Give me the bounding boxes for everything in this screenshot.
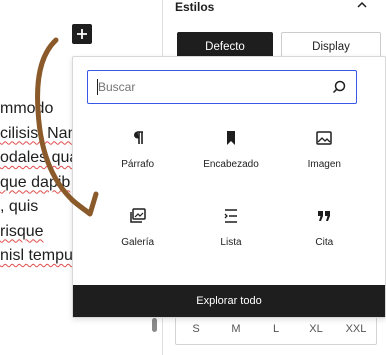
block-label: Lista (220, 237, 242, 248)
search-box[interactable] (87, 70, 357, 104)
image-icon (313, 127, 335, 149)
font-size-xxl[interactable]: XXL (336, 323, 376, 335)
block-label: Encabezado (203, 159, 259, 170)
font-size-l[interactable]: L (256, 323, 296, 335)
styles-section-title[interactable]: Estilos (175, 0, 214, 14)
scrollbar-thumb[interactable] (152, 318, 157, 332)
block-quote[interactable]: Cita (278, 199, 371, 259)
gallery-icon (127, 205, 149, 227)
block-label: Imagen (307, 159, 341, 170)
search-input[interactable] (96, 71, 328, 102)
plus-icon (77, 29, 87, 39)
block-label: Párrafo (121, 159, 155, 170)
quote-icon (313, 205, 335, 227)
block-paragraph[interactable]: Párrafo (91, 121, 184, 181)
block-inserter-toggle-button[interactable] (72, 24, 92, 44)
block-heading[interactable]: Encabezado (184, 121, 277, 181)
block-gallery[interactable]: Galería (91, 199, 184, 259)
font-size-m[interactable]: M (216, 323, 256, 335)
block-image[interactable]: Imagen (278, 121, 371, 181)
bookmark-icon (220, 127, 242, 149)
explore-all-button[interactable]: Explorar todo (73, 285, 385, 317)
font-size-s[interactable]: S (176, 323, 216, 335)
paragraph-icon (127, 127, 149, 149)
chevron-up-icon[interactable] (355, 0, 369, 15)
block-inserter-popover: Párrafo Encabezado Imagen Galería Lista (72, 56, 386, 318)
search-icon[interactable] (331, 79, 347, 95)
block-label: Cita (315, 237, 334, 248)
block-list[interactable]: Lista (184, 199, 277, 259)
text-caret (97, 79, 98, 95)
block-label: Galería (121, 237, 155, 248)
font-size-xl[interactable]: XL (296, 323, 336, 335)
block-grid: Párrafo Encabezado Imagen Galería Lista (91, 121, 371, 259)
list-icon (220, 205, 242, 227)
